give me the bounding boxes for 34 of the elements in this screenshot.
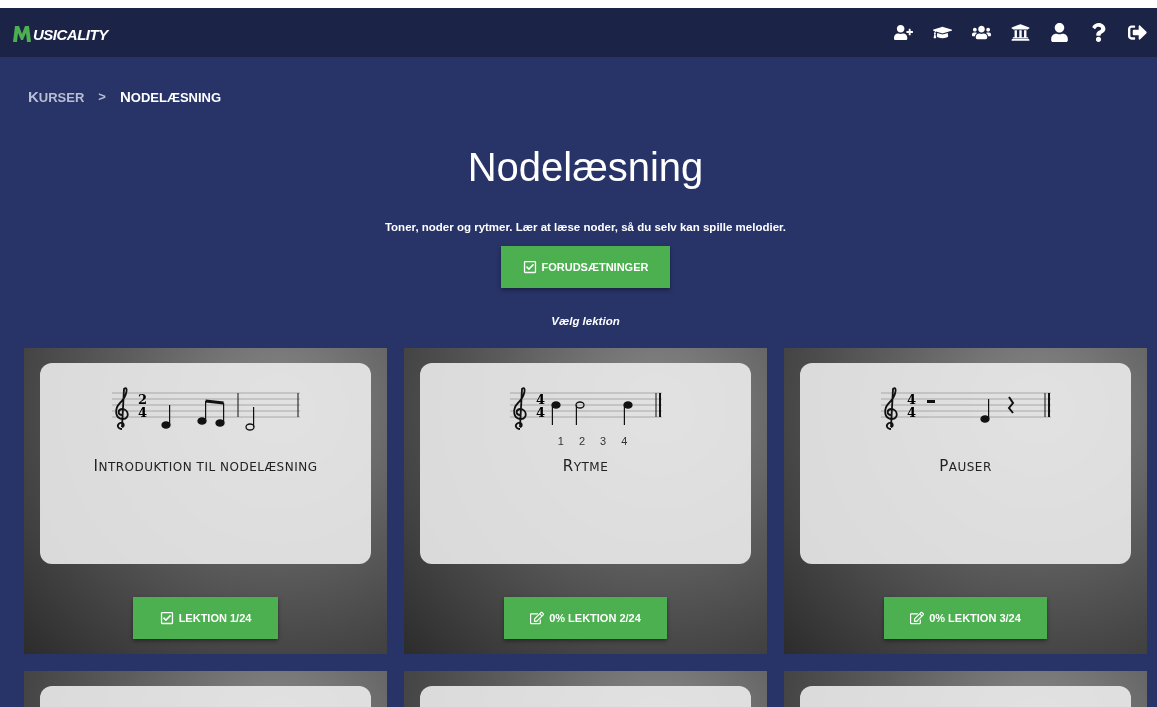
breadcrumb-separator: >	[98, 89, 106, 104]
help-icon[interactable]	[1089, 23, 1108, 42]
checkbox-icon	[522, 260, 537, 274]
lesson-title: RYTME	[562, 457, 609, 475]
time-signature-number: 4	[906, 405, 916, 420]
users-icon[interactable]	[972, 23, 991, 42]
user-icon[interactable]	[1050, 23, 1069, 42]
logout-icon[interactable]	[1128, 23, 1147, 42]
time-signature-number: 4	[137, 405, 147, 420]
beat-number: 4	[621, 435, 628, 447]
choose-lesson-label: Vælg lektion	[550, 315, 621, 327]
time-signature-number: 4	[535, 405, 545, 420]
add-user-icon[interactable]	[894, 23, 913, 42]
checkbox-icon	[159, 611, 174, 625]
breadcrumb-link[interactable]: NODELÆSNING	[119, 88, 222, 105]
lesson-button[interactable]: 0% LEKTION 3/24	[884, 597, 1047, 639]
time-signature-number: 4	[535, 392, 545, 407]
breadcrumb-link[interactable]: KURSER	[28, 88, 85, 105]
time-signature-number: 4	[906, 392, 916, 407]
edit-icon	[530, 611, 545, 625]
page-title: Nodelæsning	[466, 145, 705, 190]
lesson-title: PAUSER	[939, 457, 992, 475]
building-icon[interactable]	[1011, 23, 1030, 42]
beat-number: 3	[600, 435, 607, 447]
time-signature-number: 2	[137, 392, 147, 407]
beat-number: 2	[578, 435, 585, 447]
lesson-button[interactable]: 0% LEKTION 2/24	[504, 597, 667, 639]
logo-text: USICALITY	[33, 25, 108, 43]
prerequisites-button[interactable]: FORUDSÆTNINGER	[500, 246, 671, 288]
lesson-button[interactable]: LEKTION 1/24	[132, 597, 279, 639]
beat-number: 1	[557, 435, 564, 447]
edit-icon	[910, 611, 925, 625]
course-description: Toner, noder og rytmer. Lær at læse noder, så du selv kan spille melodier.	[383, 221, 788, 233]
lesson-title: INTRODUKTION TIL NODELÆSNING	[93, 457, 318, 475]
